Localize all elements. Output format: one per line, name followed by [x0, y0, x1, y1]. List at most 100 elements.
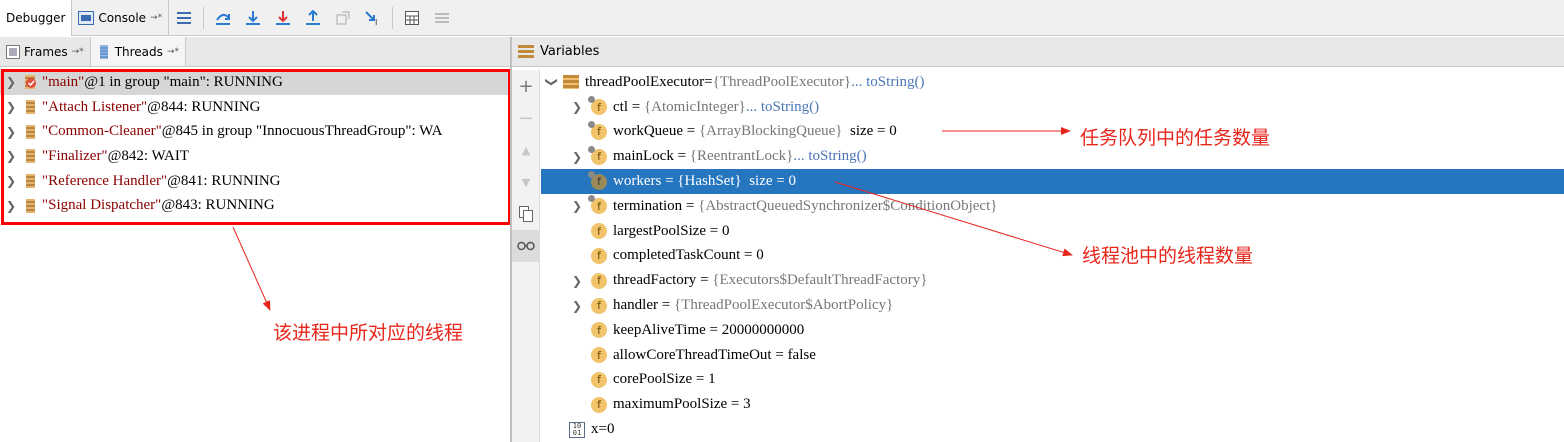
- variable-name: corePoolSize: [613, 371, 693, 388]
- thread-icon: [26, 174, 35, 189]
- expand-chevron-icon[interactable]: ❯: [0, 100, 22, 114]
- field-icon: f: [588, 96, 607, 116]
- field-icon: f: [591, 396, 607, 413]
- equals-sign: =: [682, 123, 699, 140]
- variable-row-maximumPoolSize[interactable]: f maximumPoolSize = 3: [541, 392, 1564, 417]
- to-string-link[interactable]: ... toString(): [793, 148, 866, 165]
- step-over-icon: [216, 13, 231, 25]
- collection-size: size = 0: [741, 173, 796, 190]
- variable-name: threadFactory: [613, 272, 697, 289]
- tab-threads[interactable]: Threads →*: [90, 37, 186, 66]
- variable-row-mainLock[interactable]: ❯ f mainLock = {ReentrantLock} ... toStrin…: [541, 144, 1564, 169]
- expand-chevron-icon[interactable]: ❯: [0, 75, 22, 89]
- evaluate-expression-button[interactable]: [397, 3, 427, 33]
- run-to-cursor-button[interactable]: I: [358, 3, 388, 33]
- thread-detail: @843: RUNNING: [161, 197, 275, 214]
- step-over-button[interactable]: [208, 3, 238, 33]
- variable-row-threadPoolExecutor[interactable]: ❯ threadPoolExecutor = {ThreadPoolExecut…: [541, 70, 1564, 95]
- expand-chevron-icon[interactable]: ❯: [0, 199, 22, 213]
- variable-row-keepAliveTime[interactable]: f keepAliveTime = 20000000000: [541, 318, 1564, 343]
- copy-button[interactable]: [512, 198, 540, 230]
- variable-row-handler[interactable]: ❯ f handler = {ThreadPoolExecutor$AbortPol…: [541, 293, 1564, 318]
- thread-name: "Common-Cleaner": [42, 123, 162, 140]
- add-watch-button[interactable]: +: [512, 70, 540, 102]
- expand-chevron-icon[interactable]: ❯: [563, 199, 591, 213]
- triangle-up-icon: ▲: [521, 143, 531, 157]
- move-up-button[interactable]: ▲: [512, 134, 540, 166]
- variable-value: 0: [756, 247, 764, 264]
- plus-icon: +: [518, 75, 534, 97]
- expand-chevron-icon[interactable]: ❯: [563, 150, 591, 164]
- field-icon: f: [588, 120, 607, 140]
- variable-value: 1: [708, 371, 716, 388]
- console-icon: [78, 10, 95, 25]
- collection-size: size = 0: [842, 123, 897, 140]
- expand-chevron-icon[interactable]: ❯: [563, 274, 591, 288]
- variables-header: Variables: [512, 37, 1564, 67]
- move-down-button[interactable]: ▼: [512, 166, 540, 198]
- toolbar-separator: [203, 6, 205, 29]
- expand-chevron-icon[interactable]: ❯: [0, 149, 22, 163]
- drop-frame-icon: [336, 11, 350, 24]
- variable-row-completedTaskCount[interactable]: f completedTaskCount = 0: [541, 244, 1564, 269]
- thread-icon: [26, 100, 35, 115]
- debugger-toolbar: Debugger Console →* I: [0, 0, 1564, 36]
- to-string-link[interactable]: ... toString(): [851, 74, 924, 91]
- force-step-into-button[interactable]: [268, 3, 298, 33]
- workers-annotation: 线程池中的线程数量: [1082, 245, 1254, 267]
- expanded-chevron-icon[interactable]: ❯: [545, 71, 559, 93]
- pin-icon[interactable]: →*: [150, 13, 162, 23]
- variable-row-largestPoolSize[interactable]: f largestPoolSize = 0: [541, 219, 1564, 244]
- queue-annotation: 任务队列中的任务数量: [1080, 127, 1271, 149]
- thread-row[interactable]: ❯ "Signal Dispatcher" @843: RUNNING: [0, 193, 510, 218]
- thread-row[interactable]: ❯ "main" @1 in group "main": RUNNING: [0, 70, 510, 95]
- equals-sign: =: [628, 98, 644, 115]
- thread-row[interactable]: ❯ "Reference Handler" @841: RUNNING: [0, 169, 510, 194]
- variable-row-ctl[interactable]: ❯ f ctl = {AtomicInteger} ... toString(): [541, 95, 1564, 120]
- expand-chevron-icon[interactable]: ❯: [563, 100, 591, 114]
- console-tab[interactable]: Console →*: [72, 0, 170, 36]
- minus-icon: −: [518, 107, 534, 129]
- variable-row-x[interactable]: 10 01 x = 0: [541, 417, 1564, 442]
- variable-value: 3: [743, 396, 751, 413]
- thread-row[interactable]: ❯ "Common-Cleaner" @845 in group "Innocuo…: [0, 119, 510, 144]
- remove-watch-button[interactable]: −: [512, 102, 540, 134]
- trace-button[interactable]: [427, 3, 457, 33]
- expand-chevron-icon[interactable]: ❯: [563, 299, 591, 313]
- drop-frame-button[interactable]: [328, 3, 358, 33]
- variable-row-allowCoreThreadTimeOut[interactable]: f allowCoreThreadTimeOut = false: [541, 343, 1564, 368]
- variable-name: largestPoolSize: [613, 222, 707, 239]
- primitive-variable-icon: 10 01: [569, 421, 585, 438]
- variable-name: workQueue: [613, 123, 683, 140]
- variable-row-threadFactory[interactable]: ❯ f threadFactory = {Executors$DefaultThre…: [541, 268, 1564, 293]
- toolbar-separator: [392, 6, 394, 29]
- thread-name: "Attach Listener": [42, 98, 148, 115]
- thread-row[interactable]: ❯ "Finalizer" @842: WAIT: [0, 144, 510, 169]
- pin-icon[interactable]: →*: [167, 47, 179, 57]
- equals-sign: =: [771, 346, 788, 363]
- expand-chevron-icon[interactable]: ❯: [0, 174, 22, 188]
- variable-type: {HashSet}: [677, 173, 742, 190]
- variables-icon: [518, 44, 534, 58]
- variable-row-workers[interactable]: f workers = {HashSet} size = 0: [541, 169, 1564, 194]
- variable-value: false: [787, 346, 816, 363]
- tab-frames[interactable]: Frames →*: [0, 37, 91, 66]
- trace-icon: [435, 12, 450, 23]
- expand-chevron-icon[interactable]: ❯: [0, 125, 22, 139]
- variable-row-termination[interactable]: ❯ f termination = {AbstractQueuedSynchroni…: [541, 194, 1564, 219]
- step-out-button[interactable]: [298, 3, 328, 33]
- field-rows: ❯ f ctl = {AtomicInteger} ... toString() f w…: [541, 95, 1564, 417]
- variable-row-corePoolSize[interactable]: f corePoolSize = 1: [541, 368, 1564, 393]
- variables-side-toolbar: + − ▲ ▼: [512, 70, 540, 442]
- debugger-tab[interactable]: Debugger: [0, 0, 73, 36]
- show-execution-point-button[interactable]: [169, 3, 199, 33]
- variable-type: {ArrayBlockingQueue}: [698, 123, 843, 140]
- step-into-button[interactable]: [238, 3, 268, 33]
- show-watches-toggle[interactable]: [512, 230, 540, 262]
- field-icon: f: [591, 223, 607, 240]
- to-string-link[interactable]: ... toString(): [746, 99, 819, 116]
- variable-row-workQueue[interactable]: f workQueue = {ArrayBlockingQueue} size =…: [541, 120, 1564, 145]
- pin-icon[interactable]: →*: [72, 47, 84, 57]
- field-icon: f: [591, 297, 607, 314]
- thread-row[interactable]: ❯ "Attach Listener" @844: RUNNING: [0, 95, 510, 120]
